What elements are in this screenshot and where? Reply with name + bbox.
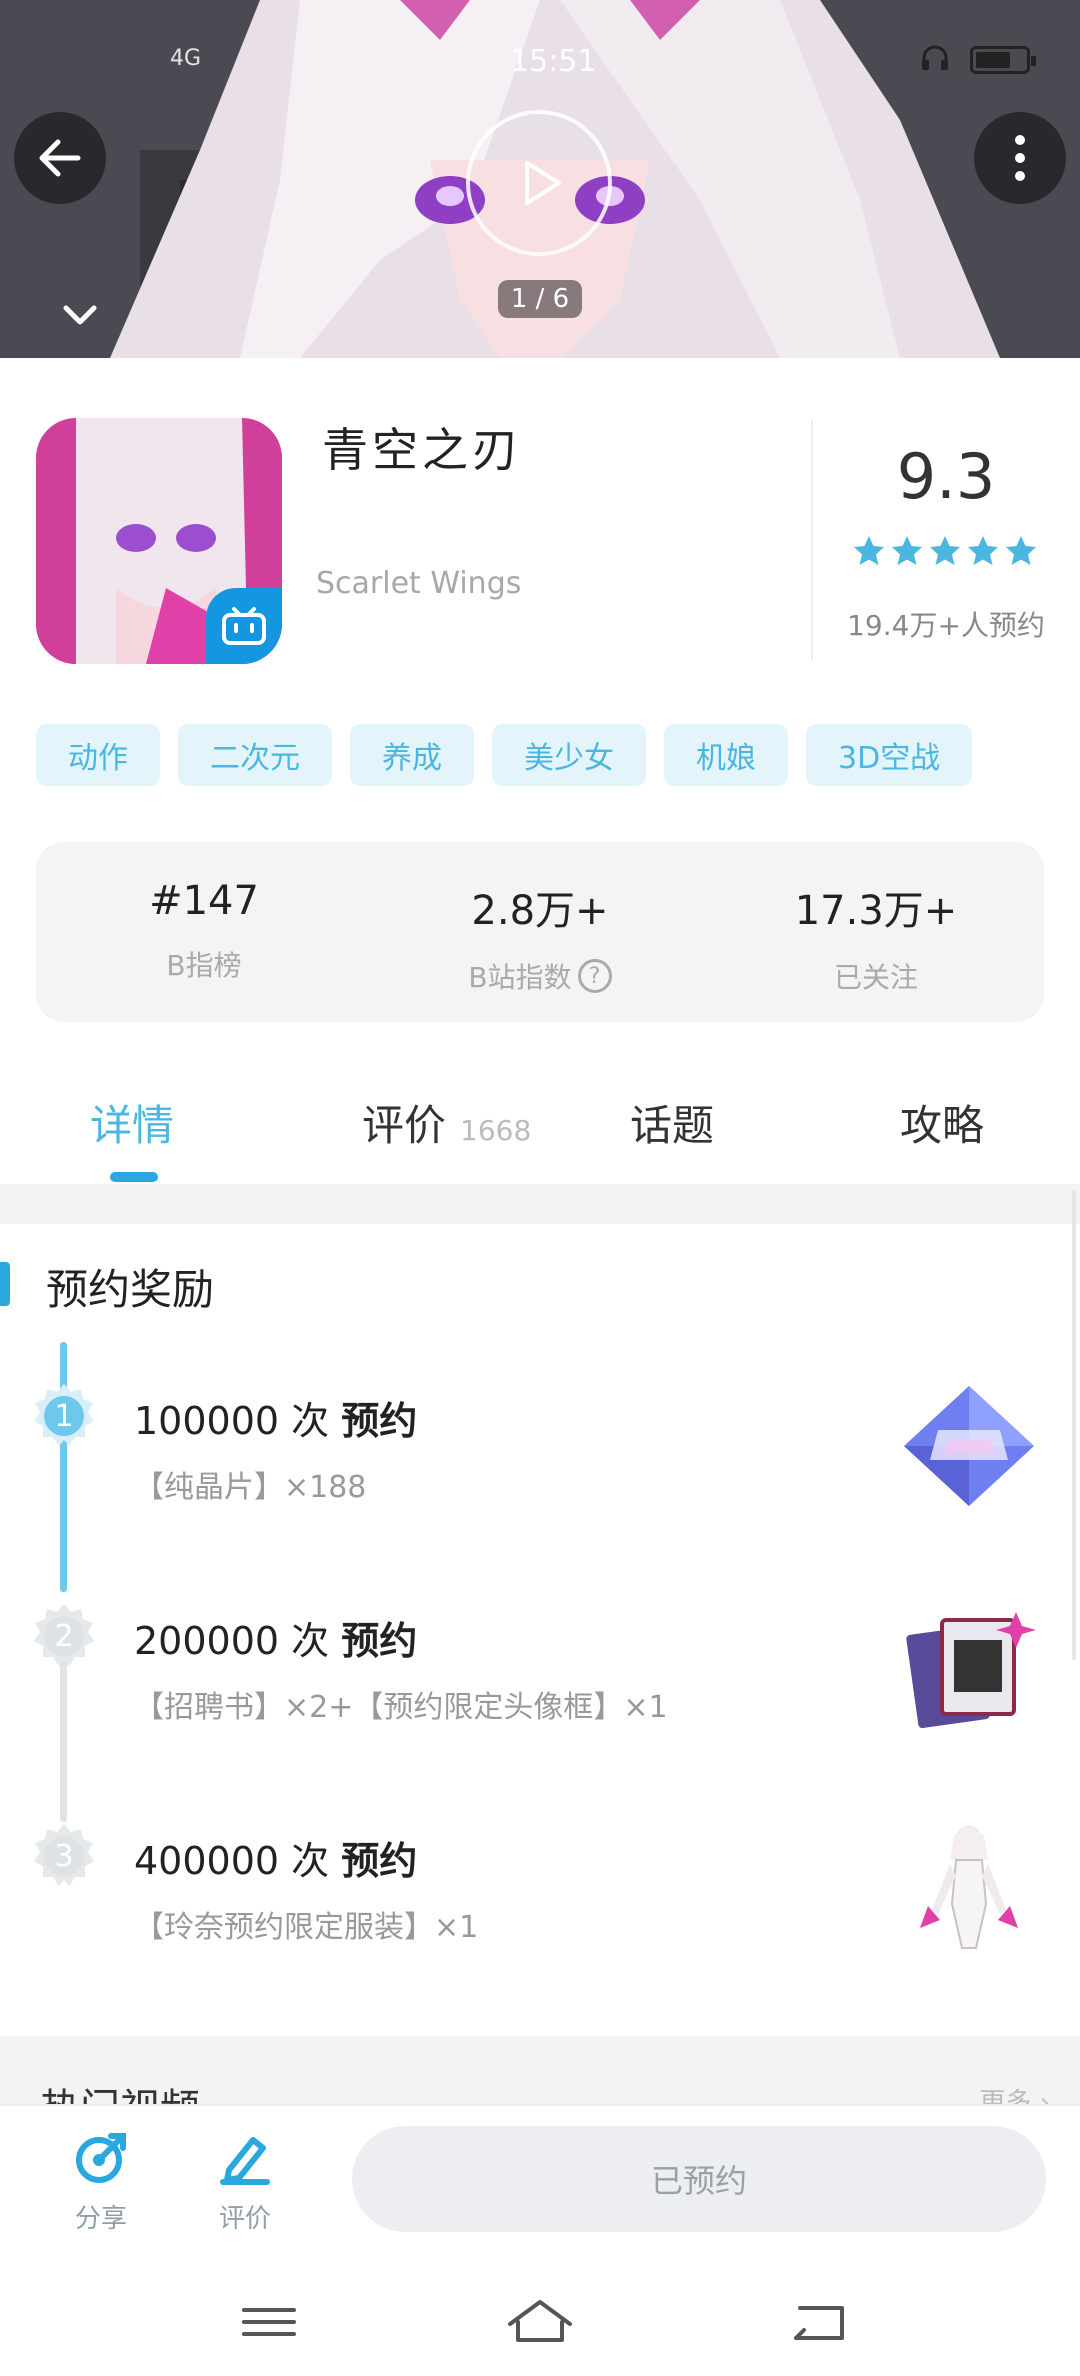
progress-line-reached bbox=[60, 1342, 67, 1592]
home-icon[interactable] bbox=[500, 2292, 580, 2352]
rewards-title: 预约奖励 bbox=[46, 1265, 215, 1314]
pencil-icon bbox=[220, 2137, 270, 2185]
tab-topics[interactable]: 话题 bbox=[630, 1092, 714, 1153]
arrow-left-icon bbox=[39, 139, 81, 177]
milestone-reward: 【玲奈预约限定服装】×1 bbox=[134, 1910, 479, 1945]
reserved-button[interactable]: 已预约 bbox=[352, 2126, 1046, 2232]
scrollbar[interactable] bbox=[1072, 1190, 1076, 1660]
review-label: 评价 bbox=[218, 2204, 271, 2234]
more-options-button[interactable] bbox=[974, 112, 1066, 204]
review-button[interactable]: 评价 bbox=[190, 2130, 300, 2235]
status-bar: 4G 15:51 bbox=[0, 42, 1080, 82]
share-button[interactable]: 分享 bbox=[46, 2130, 156, 2235]
milestone-count-suffix: 预约 bbox=[341, 1619, 418, 1663]
rating-stars bbox=[852, 534, 1038, 568]
back-nav-icon[interactable] bbox=[780, 2292, 860, 2352]
tag[interactable]: 3D空战 bbox=[806, 724, 973, 786]
star-icon bbox=[854, 536, 884, 565]
stat-rank[interactable]: #147 B指榜 bbox=[36, 842, 372, 1022]
play-icon bbox=[525, 161, 561, 205]
tab-label: 评价 bbox=[362, 1101, 447, 1150]
stat-value: 17.3万+ bbox=[794, 888, 958, 934]
stat-value: #147 bbox=[149, 878, 259, 924]
reservation-count: 19.4万+人预约 bbox=[847, 609, 1045, 642]
stat-index[interactable]: 2.8万+ B站指数? bbox=[372, 842, 708, 1022]
milestone-badge: 2 bbox=[30, 1602, 98, 1670]
tab-label: 详情 bbox=[90, 1101, 175, 1150]
share-label: 分享 bbox=[74, 2204, 127, 2234]
milestone-count-value: 100000 次 bbox=[134, 1399, 330, 1443]
milestone-count: 100000 次 预约 bbox=[134, 1390, 417, 1445]
more-vertical-icon bbox=[1015, 135, 1025, 181]
back-button[interactable] bbox=[14, 112, 106, 204]
milestone-count-suffix: 预约 bbox=[341, 1399, 418, 1443]
tab-label: 攻略 bbox=[900, 1101, 985, 1150]
battery-icon bbox=[970, 46, 1036, 74]
star-icon bbox=[930, 536, 960, 565]
milestone-number: 2 bbox=[54, 1618, 74, 1654]
milestone-badge: 3 bbox=[30, 1822, 98, 1890]
tag[interactable]: 美少女 bbox=[492, 724, 646, 786]
share-icon bbox=[76, 2133, 126, 2183]
milestone-count: 400000 次 预约 bbox=[134, 1830, 417, 1885]
bilibili-badge-icon bbox=[206, 588, 282, 664]
hero-media[interactable]: 4G 15:51 1 / 6 bbox=[0, 0, 1080, 358]
tab-details[interactable]: 详情 bbox=[90, 1092, 174, 1153]
stat-label: B指榜 bbox=[166, 949, 242, 982]
bottom-action-bar: 分享 评价 已预约 bbox=[0, 2104, 1080, 2262]
stat-followers[interactable]: 17.3万+ 已关注 bbox=[708, 842, 1044, 1022]
tab-indicator bbox=[110, 1172, 158, 1182]
tag-list: 动作 二次元 养成 美少女 机娘 3D空战 bbox=[36, 724, 973, 786]
app-subtitle: Scarlet Wings bbox=[316, 566, 522, 601]
milestone-count: 200000 次 预约 bbox=[134, 1610, 417, 1665]
recruit-book-reward-image bbox=[906, 1612, 1036, 1729]
tag[interactable]: 养成 bbox=[350, 724, 474, 786]
section-accent bbox=[0, 1262, 10, 1306]
costume-reward-image bbox=[920, 1826, 1018, 1949]
system-nav-bar bbox=[0, 2262, 1080, 2376]
milestone-number: 3 bbox=[54, 1838, 74, 1874]
star-icon bbox=[892, 536, 922, 565]
signal-indicator: 4G bbox=[170, 46, 202, 71]
game-detail-page: 4G 15:51 1 / 6 青空之刃 Scarlet Wings 9.3 19… bbox=[0, 0, 1080, 2376]
menu-icon[interactable] bbox=[230, 2292, 310, 2352]
tab-reviews[interactable]: 评价 1668 bbox=[362, 1092, 531, 1153]
app-name: 青空之刃 bbox=[322, 423, 522, 477]
star-icon bbox=[1006, 536, 1036, 565]
milestone-number: 1 bbox=[54, 1398, 74, 1434]
tab-bar: 详情 评价 1668 话题 攻略 bbox=[0, 1060, 1080, 1180]
milestone-count-value: 400000 次 bbox=[134, 1839, 330, 1883]
milestone-reward: 【招聘书】×2+【预约限定头像框】×1 bbox=[134, 1690, 668, 1725]
milestone-reward: 【纯晶片】×188 bbox=[134, 1470, 367, 1505]
tag[interactable]: 机娘 bbox=[664, 724, 788, 786]
tag[interactable]: 动作 bbox=[36, 724, 160, 786]
section-divider bbox=[0, 1184, 1080, 1224]
stat-label: B站指数 bbox=[468, 961, 572, 994]
review-count: 1668 bbox=[460, 1114, 532, 1147]
rating-score: 9.3 bbox=[896, 440, 996, 513]
media-counter: 1 / 6 bbox=[498, 280, 582, 318]
stats-panel: #147 B指榜 2.8万+ B站指数? 17.3万+ 已关注 bbox=[36, 842, 1044, 1022]
app-icon bbox=[36, 418, 282, 664]
help-icon[interactable]: ? bbox=[577, 959, 612, 993]
stat-value: 2.8万+ bbox=[471, 888, 609, 934]
stat-label: 已关注 bbox=[833, 961, 918, 994]
tag[interactable]: 二次元 bbox=[178, 724, 332, 786]
milestone-badge: 1 bbox=[30, 1382, 98, 1450]
milestone-count-suffix: 预约 bbox=[341, 1839, 418, 1883]
star-icon bbox=[968, 536, 998, 565]
crystal-reward-image bbox=[904, 1386, 1034, 1506]
headphone-icon bbox=[922, 45, 948, 70]
tab-guides[interactable]: 攻略 bbox=[900, 1092, 984, 1153]
play-video-button[interactable] bbox=[466, 110, 612, 256]
milestone-count-value: 200000 次 bbox=[134, 1619, 330, 1663]
chevron-down-icon[interactable] bbox=[60, 300, 100, 330]
status-time: 15:51 bbox=[510, 44, 597, 79]
tab-label: 话题 bbox=[630, 1101, 715, 1150]
